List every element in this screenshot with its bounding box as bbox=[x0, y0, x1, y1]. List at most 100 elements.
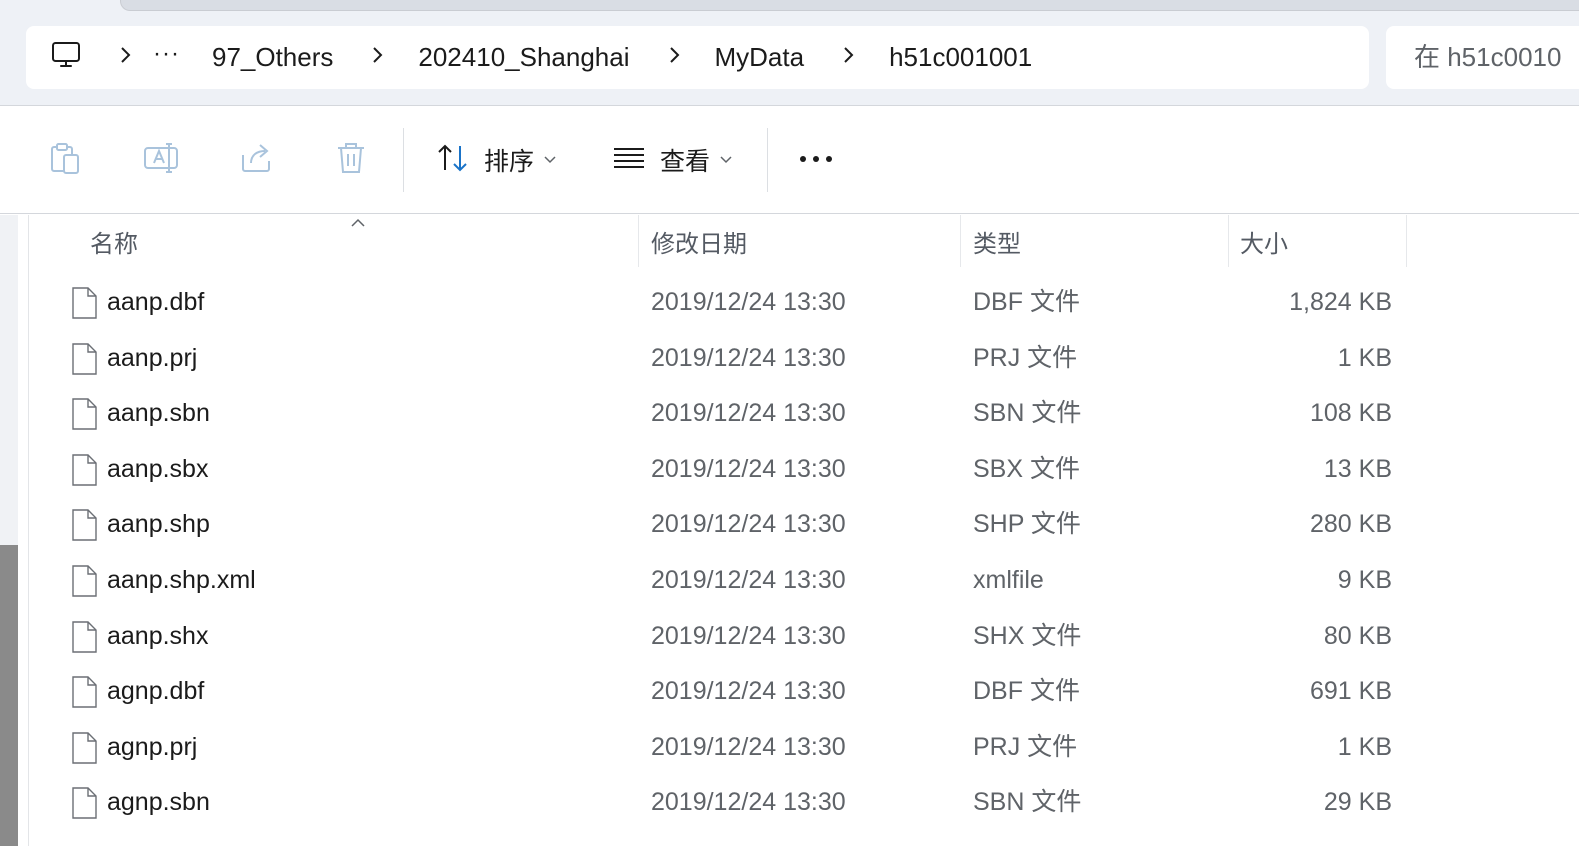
column-modified-label: 修改日期 bbox=[651, 230, 747, 258]
file-name: agnp.sbn bbox=[107, 788, 210, 817]
file-icon bbox=[70, 509, 98, 542]
rename-button[interactable] bbox=[143, 138, 179, 182]
file-row[interactable]: aanp.sbn 2019/12/24 13:30 SBN 文件 108 KB bbox=[30, 386, 1410, 441]
search-box[interactable] bbox=[1386, 26, 1579, 89]
monitor-icon bbox=[51, 41, 81, 74]
delete-button[interactable] bbox=[334, 138, 368, 182]
file-type: SHX 文件 bbox=[973, 621, 1082, 650]
file-type: SHP 文件 bbox=[973, 510, 1081, 539]
breadcrumb-item-202410-shanghai[interactable]: 202410_Shanghai bbox=[418, 42, 629, 73]
chevron-right-icon bbox=[842, 46, 854, 69]
file-modified-date: 2019/12/24 13:30 bbox=[651, 343, 846, 372]
file-row[interactable]: agnp.dbf 2019/12/24 13:30 DBF 文件 691 KB bbox=[30, 664, 1410, 719]
file-modified-date: 2019/12/24 13:30 bbox=[651, 399, 846, 428]
view-label: 查看 bbox=[660, 148, 711, 176]
file-modified-date: 2019/12/24 13:30 bbox=[651, 288, 846, 316]
sort-button[interactable]: 排序 bbox=[436, 138, 556, 182]
breadcrumb-overflow-button[interactable]: ··· bbox=[153, 41, 180, 72]
column-separator[interactable] bbox=[960, 215, 961, 267]
file-name: aanp.sbn bbox=[107, 399, 210, 428]
column-separator[interactable] bbox=[638, 215, 639, 267]
more-dots-icon bbox=[798, 151, 834, 169]
file-type: SBX 文件 bbox=[973, 454, 1080, 483]
file-type: PRJ 文件 bbox=[973, 343, 1078, 372]
chevron-right-icon bbox=[371, 46, 383, 69]
breadcrumb-separator[interactable] bbox=[110, 46, 140, 69]
file-list: 名称 修改日期 类型 大小 aanp.dbf 2019/12/24 13:30 DB… bbox=[0, 215, 1579, 846]
file-row[interactable]: aanp.dbf 2019/12/24 13:30 DBF 文件 1,824 KB bbox=[30, 275, 1410, 330]
chevron-right-icon bbox=[119, 46, 131, 69]
column-separator[interactable] bbox=[1406, 215, 1407, 267]
trash-icon bbox=[334, 141, 368, 180]
view-button[interactable]: 查看 bbox=[612, 138, 732, 182]
chevron-right-icon bbox=[668, 46, 680, 69]
file-icon bbox=[70, 676, 98, 708]
column-header-type[interactable]: 类型 bbox=[973, 215, 1225, 267]
this-pc-button[interactable] bbox=[51, 41, 81, 74]
breadcrumb-item-mydata[interactable]: MyData bbox=[715, 42, 805, 73]
navigation-pane-scrollbar[interactable] bbox=[0, 545, 18, 846]
sort-label: 排序 bbox=[484, 148, 535, 176]
list-view-icon bbox=[612, 146, 646, 175]
file-name: aanp.shp bbox=[107, 510, 210, 539]
breadcrumb-separator[interactable] bbox=[659, 46, 689, 69]
breadcrumb-item-97-others[interactable]: 97_Others bbox=[212, 42, 333, 73]
file-icon bbox=[70, 287, 98, 319]
column-header-modified[interactable]: 修改日期 bbox=[651, 215, 957, 267]
search-input[interactable] bbox=[1414, 42, 1579, 73]
file-modified-date: 2019/12/24 13:30 bbox=[651, 510, 846, 539]
file-row[interactable]: aanp.sbx 2019/12/24 13:30 SBX 文件 13 KB bbox=[30, 442, 1410, 497]
column-size-label: 大小 bbox=[1240, 230, 1288, 258]
file-row[interactable]: agnp.sbn 2019/12/24 13:30 SBN 文件 29 KB bbox=[30, 775, 1410, 830]
file-name: agnp.dbf bbox=[107, 677, 205, 706]
share-button[interactable] bbox=[239, 138, 275, 182]
column-separator[interactable] bbox=[1228, 215, 1229, 267]
chevron-down-icon bbox=[544, 151, 556, 169]
column-type-label: 类型 bbox=[973, 230, 1021, 258]
file-modified-date: 2019/12/24 13:30 bbox=[651, 454, 846, 483]
paste-button[interactable] bbox=[48, 138, 82, 182]
file-row[interactable]: agnp.prj 2019/12/24 13:30 PRJ 文件 1 KB bbox=[30, 720, 1410, 775]
file-row[interactable]: aanp.shp.xml 2019/12/24 13:30 xmlfile 9 KB bbox=[30, 553, 1410, 608]
file-row[interactable]: aanp.prj 2019/12/24 13:30 PRJ 文件 1 KB bbox=[30, 331, 1410, 386]
sort-ascending-icon bbox=[350, 215, 366, 227]
column-header-size[interactable]: 大小 bbox=[1240, 215, 1405, 267]
file-type: SBN 文件 bbox=[973, 788, 1082, 817]
file-icon bbox=[70, 787, 98, 820]
file-name: aanp.shp.xml bbox=[107, 566, 256, 594]
breadcrumb-separator[interactable] bbox=[362, 46, 392, 69]
breadcrumb[interactable]: ··· 97_Others 202410_Shanghai MyData h51… bbox=[26, 26, 1369, 89]
chevron-down-icon bbox=[720, 151, 732, 169]
file-modified-date: 2019/12/24 13:30 bbox=[651, 621, 846, 650]
file-icon bbox=[70, 342, 98, 375]
file-modified-date: 2019/12/24 13:30 bbox=[651, 566, 846, 594]
file-icon bbox=[70, 565, 98, 597]
column-name-label: 名称 bbox=[90, 230, 138, 258]
breadcrumb-item-h51c001001[interactable]: h51c001001 bbox=[889, 42, 1032, 73]
toolbar-divider bbox=[403, 128, 404, 192]
file-modified-date: 2019/12/24 13:30 bbox=[651, 732, 846, 761]
file-icon bbox=[70, 398, 98, 430]
address-band: ··· 97_Others 202410_Shanghai MyData h51… bbox=[0, 0, 1579, 106]
file-type: DBF 文件 bbox=[973, 288, 1080, 316]
file-size: 691 KB bbox=[1309, 677, 1392, 706]
file-name: aanp.dbf bbox=[107, 288, 205, 316]
file-row[interactable]: aanp.shx 2019/12/24 13:30 SHX 文件 80 KB bbox=[30, 609, 1410, 664]
file-size: 1,824 KB bbox=[1289, 288, 1392, 316]
file-modified-date: 2019/12/24 13:30 bbox=[651, 677, 846, 706]
file-size: 108 KB bbox=[1309, 399, 1392, 428]
file-name: aanp.shx bbox=[107, 621, 209, 650]
rename-icon bbox=[143, 141, 179, 180]
file-icon bbox=[70, 620, 98, 653]
file-row[interactable]: aanp.shp 2019/12/24 13:30 SHP 文件 280 KB bbox=[30, 497, 1410, 552]
breadcrumb-separator[interactable] bbox=[833, 46, 863, 69]
file-size: 280 KB bbox=[1309, 510, 1392, 539]
file-size: 80 KB bbox=[1323, 621, 1392, 650]
file-name: agnp.prj bbox=[107, 732, 198, 761]
file-type: xmlfile bbox=[973, 566, 1044, 594]
more-options-button[interactable] bbox=[798, 138, 834, 182]
share-icon bbox=[239, 141, 275, 180]
file-type: SBN 文件 bbox=[973, 399, 1082, 428]
toolbar-divider bbox=[767, 128, 768, 192]
command-bar: 排序 查看 bbox=[0, 106, 1579, 214]
